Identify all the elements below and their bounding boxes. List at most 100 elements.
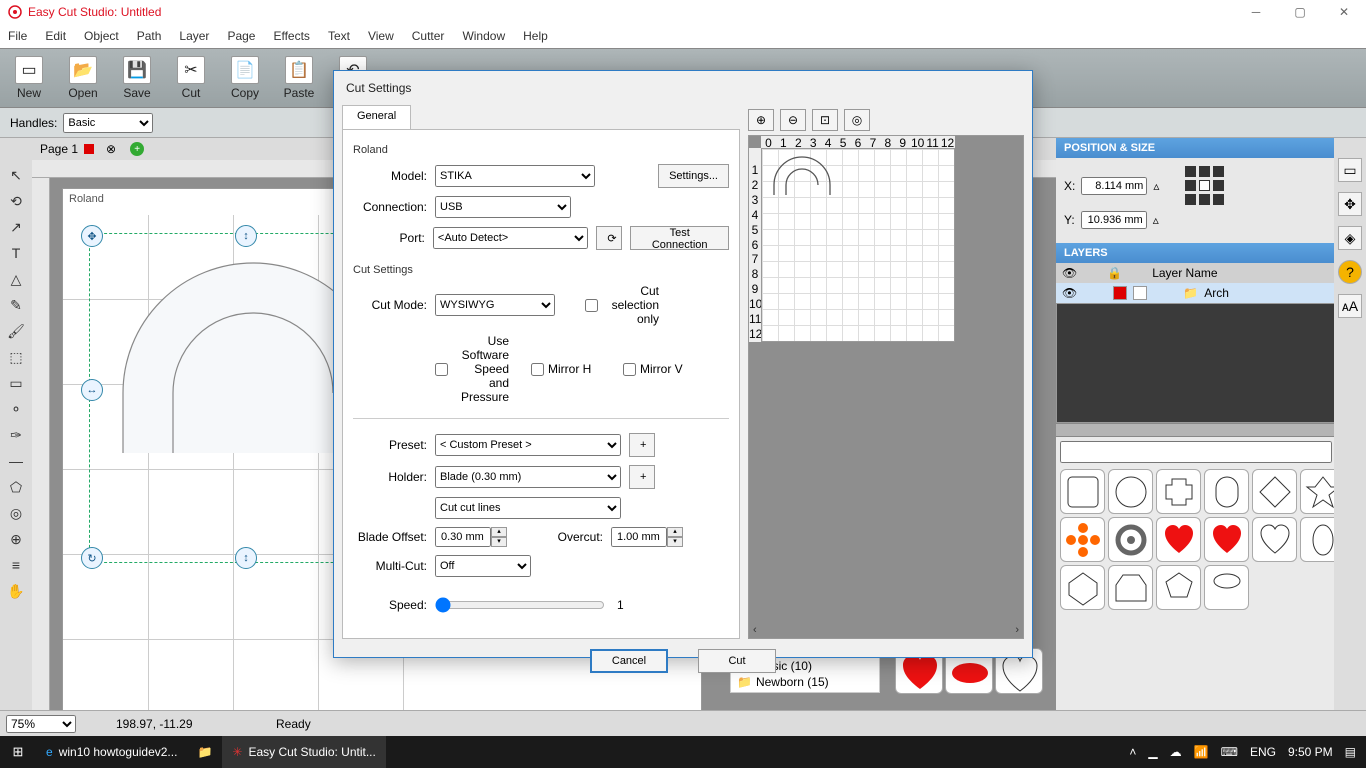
y-input[interactable]: [1081, 211, 1147, 229]
tool-13[interactable]: ◎: [0, 500, 32, 526]
cut-button[interactable]: Cut: [698, 649, 776, 673]
paste-button[interactable]: 📋Paste: [278, 56, 320, 100]
shape-14[interactable]: [1156, 565, 1201, 610]
text-style-icon[interactable]: ᴀA: [1338, 294, 1362, 318]
shape-0[interactable]: [1060, 469, 1105, 514]
tool-0[interactable]: ↖: [0, 162, 32, 188]
test-connection-button[interactable]: Test Connection: [630, 226, 729, 250]
tab-general[interactable]: General: [342, 105, 411, 129]
connection-select[interactable]: USB: [435, 196, 571, 218]
shape-9[interactable]: [1204, 517, 1249, 562]
tool-4[interactable]: △: [0, 266, 32, 292]
menu-edit[interactable]: Edit: [45, 29, 66, 43]
x-stepper[interactable]: ▵: [1153, 179, 1159, 193]
close-button[interactable]: ✕: [1322, 0, 1366, 24]
zoom-actual-icon[interactable]: ◎: [844, 109, 870, 131]
tray-keyboard-icon[interactable]: ⌨: [1221, 745, 1238, 759]
shape-6[interactable]: [1060, 517, 1105, 562]
help-icon[interactable]: ?: [1338, 260, 1362, 284]
tool-15[interactable]: ≡: [0, 552, 32, 578]
shape-12[interactable]: [1060, 565, 1105, 610]
doc-icon[interactable]: ▭: [1338, 158, 1362, 182]
handle-scale-v2-icon[interactable]: ↕: [235, 547, 257, 569]
tray-cloud-icon[interactable]: ☁: [1170, 745, 1182, 759]
handles-select[interactable]: Basic: [63, 113, 153, 133]
shape-1[interactable]: [1108, 469, 1153, 514]
tool-10[interactable]: ✑: [0, 422, 32, 448]
menu-file[interactable]: File: [8, 29, 27, 43]
cut-selection-only-checkbox[interactable]: Cut selection only: [585, 284, 659, 326]
open-button[interactable]: 📂Open: [62, 56, 104, 100]
copy-button[interactable]: 📄Copy: [224, 56, 266, 100]
shapes-search-input[interactable]: [1060, 441, 1332, 463]
speed-slider[interactable]: [435, 597, 605, 613]
port-select[interactable]: <Auto Detect>: [433, 227, 588, 249]
zoom-in-icon[interactable]: ⊕: [748, 109, 774, 131]
holder-select[interactable]: Blade (0.30 mm): [435, 466, 621, 488]
tool-8[interactable]: ▭: [0, 370, 32, 396]
tool-7[interactable]: ⬚: [0, 344, 32, 370]
tool-12[interactable]: ⬠: [0, 474, 32, 500]
add-page-button[interactable]: +: [130, 142, 144, 156]
tool-2[interactable]: ↗: [0, 214, 32, 240]
tray-chevron-icon[interactable]: ˄: [1129, 745, 1136, 759]
handle-move-icon[interactable]: ✥: [81, 225, 103, 247]
scroll-left-icon[interactable]: ‹: [753, 624, 757, 636]
minimize-button[interactable]: ─: [1234, 0, 1278, 24]
save-button[interactable]: 💾Save: [116, 56, 158, 100]
tool-1[interactable]: ⟲: [0, 188, 32, 214]
anchor-grid[interactable]: [1185, 166, 1224, 205]
menu-effects[interactable]: Effects: [273, 29, 309, 43]
taskbar-edge[interactable]: ewin10 howtoguidev2...: [36, 736, 187, 768]
menu-help[interactable]: Help: [523, 29, 548, 43]
cancel-button[interactable]: Cancel: [590, 649, 668, 673]
menu-window[interactable]: Window: [462, 29, 505, 43]
tray-wifi-icon[interactable]: 📶: [1194, 745, 1209, 759]
tool-14[interactable]: ⊕: [0, 526, 32, 552]
cut-button[interactable]: ✂Cut: [170, 56, 212, 100]
move-icon[interactable]: ✥: [1338, 192, 1362, 216]
handle-scale-v-icon[interactable]: ↕: [235, 225, 257, 247]
tool-6[interactable]: 🖌: [0, 318, 32, 344]
close-page-icon[interactable]: ⊗: [106, 142, 116, 156]
shape-4[interactable]: [1252, 469, 1297, 514]
shape-13[interactable]: [1108, 565, 1153, 610]
zoom-fit-icon[interactable]: ⊡: [812, 109, 838, 131]
menu-object[interactable]: Object: [84, 29, 119, 43]
menu-view[interactable]: View: [368, 29, 394, 43]
new-button[interactable]: ▭New: [8, 56, 50, 100]
menu-page[interactable]: Page: [227, 29, 255, 43]
multicut-select[interactable]: Off: [435, 555, 531, 577]
preset-select[interactable]: < Custom Preset >: [435, 434, 621, 456]
taskbar-app[interactable]: ✳Easy Cut Studio: Untit...: [222, 736, 385, 768]
refresh-port-button[interactable]: ⟳: [596, 226, 622, 250]
y-stepper[interactable]: ▵: [1153, 213, 1159, 227]
menu-layer[interactable]: Layer: [179, 29, 209, 43]
blade-offset-spinner[interactable]: ▴▾: [435, 527, 507, 547]
tool-9[interactable]: ⚬: [0, 396, 32, 422]
settings-button[interactable]: Settings...: [658, 164, 729, 188]
shape-7[interactable]: [1108, 517, 1153, 562]
cut-type-select[interactable]: Cut cut lines: [435, 497, 621, 519]
layer-row[interactable]: 👁 📁 Arch: [1056, 283, 1366, 303]
shape-15[interactable]: [1204, 565, 1249, 610]
handle-rotate-icon[interactable]: ↻: [81, 547, 103, 569]
add-holder-button[interactable]: +: [629, 465, 655, 489]
cut-mode-select[interactable]: WYSIWYG: [435, 294, 555, 316]
zoom-select[interactable]: 75%: [6, 715, 76, 733]
tray-clock[interactable]: 9:50 PM: [1288, 745, 1333, 759]
zoom-out-icon[interactable]: ⊖: [780, 109, 806, 131]
shape-8[interactable]: [1156, 517, 1201, 562]
overcut-spinner[interactable]: ▴▾: [611, 527, 683, 547]
tool-16[interactable]: ✋: [0, 578, 32, 604]
shape-3[interactable]: [1204, 469, 1249, 514]
tool-11[interactable]: —: [0, 448, 32, 474]
use-software-speed-checkbox[interactable]: Use Software Speed and Pressure: [435, 334, 509, 404]
layer-eye-icon[interactable]: 👁: [1062, 286, 1077, 300]
tool-3[interactable]: T: [0, 240, 32, 266]
scroll-right-icon[interactable]: ›: [1015, 624, 1019, 636]
model-select[interactable]: STIKA: [435, 165, 595, 187]
tray-lang[interactable]: ENG: [1250, 745, 1276, 759]
tool-5[interactable]: ✎: [0, 292, 32, 318]
maximize-button[interactable]: ▢: [1278, 0, 1322, 24]
